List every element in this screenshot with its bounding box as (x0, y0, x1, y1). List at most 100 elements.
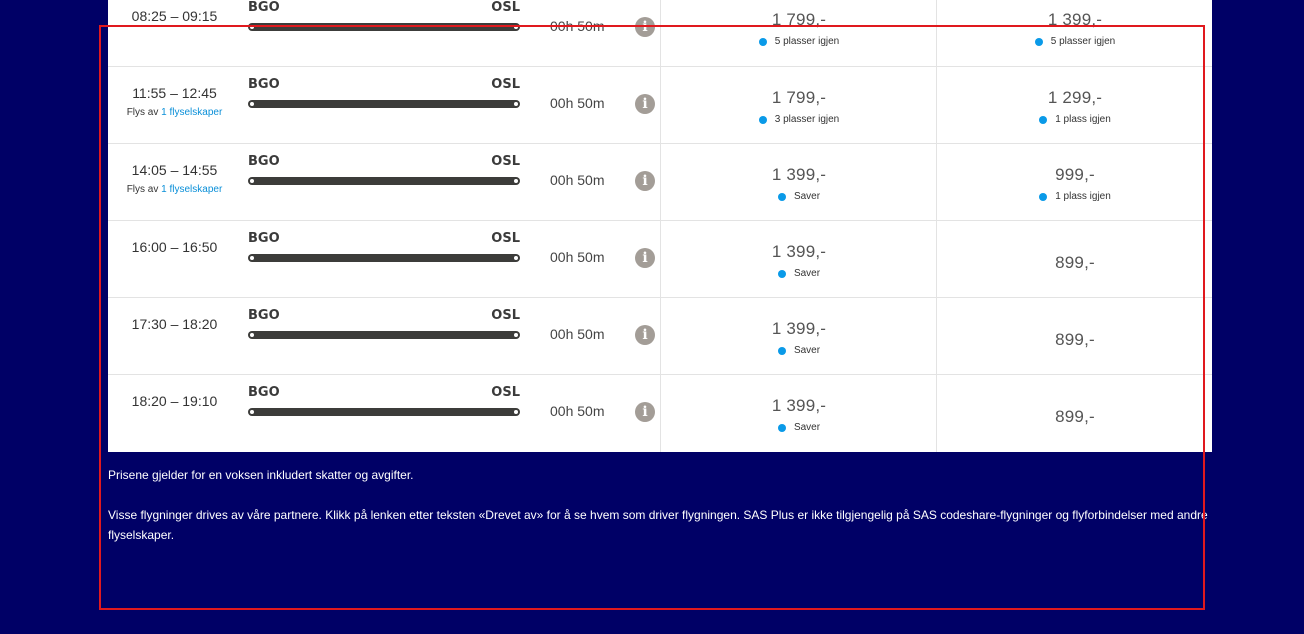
route: BGO OSL (248, 154, 520, 194)
availability-dot (1039, 115, 1048, 124)
availability-text: 1 plass igjen (1055, 114, 1111, 125)
availability-text: Saver (793, 268, 821, 279)
route: BGO OSL (248, 77, 520, 117)
origin-code: BGO (248, 385, 280, 400)
flight-row[interactable]: 11:55 – 12:45 Flys av 1 flyselskaper BGO… (108, 67, 1212, 144)
operator-link[interactable]: 1 flyselskaper (161, 107, 222, 118)
route: BGO OSL (248, 385, 520, 425)
price-cell-standard[interactable]: 1 399,- Saver (661, 396, 937, 433)
flight-duration: 00h 50m (550, 326, 605, 342)
availability: Saver (661, 422, 937, 433)
price-cell-standard[interactable]: 1 799,- 5 plasser igjen (661, 10, 937, 47)
route-bar (248, 177, 520, 185)
origin-code: BGO (248, 0, 280, 15)
route-bar (248, 331, 520, 339)
info-icon[interactable]: i (635, 325, 655, 345)
operated-by: Flys av 1 flyselskaper (108, 107, 241, 118)
price: 1 299,- (1047, 88, 1103, 107)
price: 899,- (1055, 253, 1095, 272)
price-cell-saver[interactable]: 899,- (937, 330, 1213, 350)
price: 1 799,- (771, 88, 827, 107)
info-icon[interactable]: i (635, 171, 655, 191)
flight-duration: 00h 50m (550, 403, 605, 419)
availability-dot (777, 346, 786, 355)
destination-code: OSL (491, 77, 520, 92)
availability: 1 plass igjen (937, 114, 1213, 125)
availability: 5 plasser igjen (937, 36, 1213, 47)
operated-by: Flys av 1 flyselskaper (108, 184, 241, 195)
price-cell-saver[interactable]: 899,- (937, 253, 1213, 273)
route-bar (248, 254, 520, 262)
availability-text: 1 plass igjen (1055, 191, 1111, 202)
availability: Saver (661, 191, 937, 202)
flight-duration: 00h 50m (550, 172, 605, 188)
flight-row[interactable]: 17:30 – 18:20 BGO OSL 00h 50m i 1 399,- … (108, 298, 1212, 375)
origin-code: BGO (248, 308, 280, 323)
route: BGO OSL (248, 0, 520, 40)
price-cell-standard[interactable]: 1 799,- 3 plasser igjen (661, 88, 937, 125)
operated-by-prefix: Flys av (126, 107, 159, 118)
availability-dot (777, 269, 786, 278)
operated-by-prefix: Flys av (126, 184, 159, 195)
availability-text: Saver (793, 422, 821, 433)
flight-duration: 00h 50m (550, 18, 605, 34)
price: 899,- (1055, 330, 1095, 349)
flight-row[interactable]: 08:25 – 09:15 BGO OSL 00h 50m i 1 799,- … (108, 0, 1212, 67)
availability-dot (777, 192, 786, 201)
availability-dot (777, 423, 786, 432)
price-cell-saver[interactable]: 1 399,- 5 plasser igjen (937, 10, 1213, 47)
availability-dot (758, 115, 767, 124)
destination-code: OSL (491, 231, 520, 246)
price-cell-standard[interactable]: 1 399,- Saver (661, 165, 937, 202)
route-bar (248, 408, 520, 416)
origin-code: BGO (248, 77, 280, 92)
flight-time: 16:00 – 16:50 (131, 239, 218, 255)
availability-dot (1039, 192, 1048, 201)
route-bar (248, 100, 520, 108)
partner-disclaimer: Visse flygninger drives av våre partnere… (108, 508, 1208, 542)
route-bar (248, 23, 520, 31)
flight-time: 14:05 – 14:55 (131, 162, 218, 178)
info-icon[interactable]: i (635, 17, 655, 37)
price-notes: Prisene gjelder for en voksen inkludert … (108, 465, 1218, 545)
availability-text: 5 plasser igjen (774, 36, 840, 47)
route: BGO OSL (248, 231, 520, 271)
flight-time: 18:20 – 19:10 (131, 393, 218, 409)
price: 1 399,- (771, 242, 827, 261)
origin-code: BGO (248, 231, 280, 246)
flight-row[interactable]: 14:05 – 14:55 Flys av 1 flyselskaper BGO… (108, 144, 1212, 221)
info-icon[interactable]: i (635, 94, 655, 114)
availability-text: 3 plasser igjen (774, 114, 840, 125)
route: BGO OSL (248, 308, 520, 348)
availability-dot (1034, 37, 1043, 46)
availability: 5 plasser igjen (661, 36, 937, 47)
price-disclaimer: Prisene gjelder for en voksen inkludert … (108, 468, 414, 482)
price-cell-standard[interactable]: 1 399,- Saver (661, 319, 937, 356)
availability: 3 plasser igjen (661, 114, 937, 125)
destination-code: OSL (491, 385, 520, 400)
availability-text: Saver (793, 345, 821, 356)
flight-duration: 00h 50m (550, 95, 605, 111)
price: 1 399,- (771, 319, 827, 338)
flight-time: 11:55 – 12:45 (132, 85, 217, 101)
price-cell-standard[interactable]: 1 399,- Saver (661, 242, 937, 279)
price-cell-saver[interactable]: 1 299,- 1 plass igjen (937, 88, 1213, 125)
flight-time: 17:30 – 18:20 (131, 316, 218, 332)
info-icon[interactable]: i (635, 248, 655, 268)
destination-code: OSL (491, 0, 520, 15)
origin-code: BGO (248, 154, 280, 169)
price: 1 799,- (771, 10, 827, 29)
flight-row[interactable]: 18:20 – 19:10 BGO OSL 00h 50m i 1 399,- … (108, 375, 1212, 452)
price: 1 399,- (771, 396, 827, 415)
availability-dot (758, 37, 767, 46)
info-icon[interactable]: i (635, 402, 655, 422)
price: 1 399,- (1047, 10, 1103, 29)
price-cell-saver[interactable]: 899,- (937, 407, 1213, 427)
price-cell-saver[interactable]: 999,- 1 plass igjen (937, 165, 1213, 202)
operator-link[interactable]: 1 flyselskaper (161, 184, 222, 195)
flight-results-table: 08:25 – 09:15 BGO OSL 00h 50m i 1 799,- … (108, 0, 1212, 452)
price: 999,- (1055, 165, 1095, 184)
availability: Saver (661, 345, 937, 356)
flight-row[interactable]: 16:00 – 16:50 BGO OSL 00h 50m i 1 399,- … (108, 221, 1212, 298)
price: 899,- (1055, 407, 1095, 426)
